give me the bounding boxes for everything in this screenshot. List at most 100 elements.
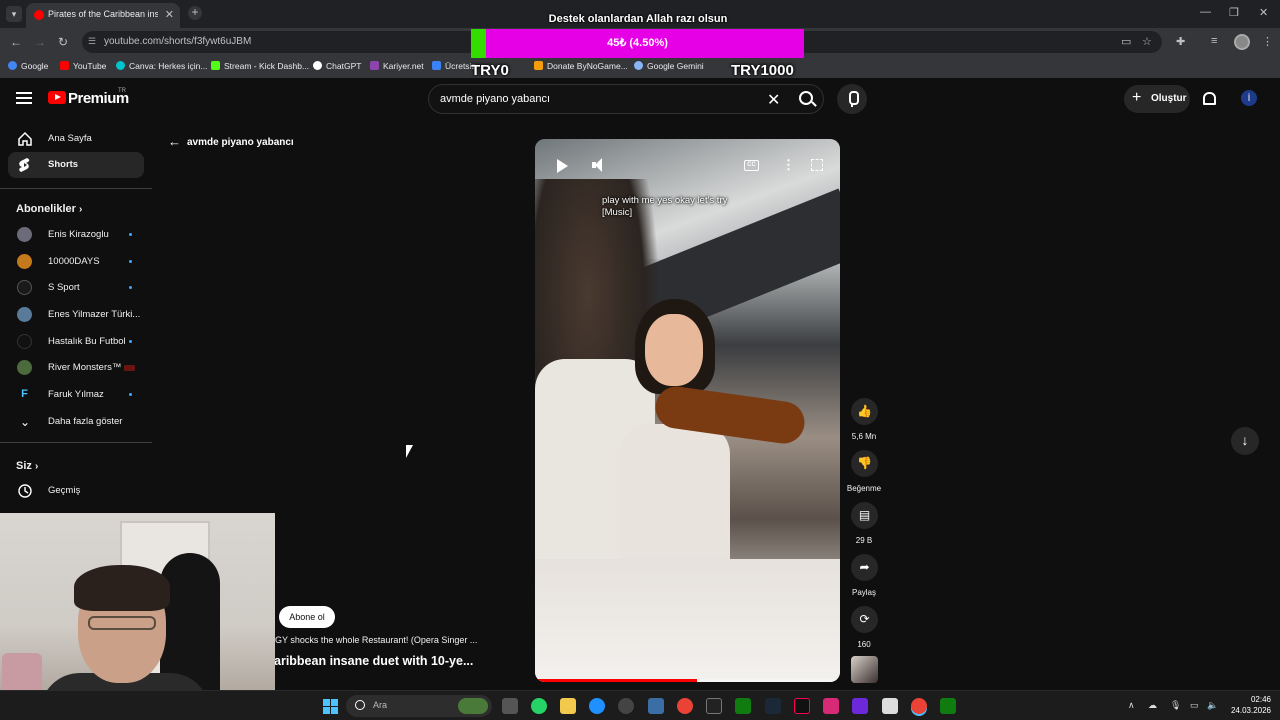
task-view-icon[interactable] bbox=[502, 698, 518, 714]
bookmark-ucretsiz[interactable]: Ücretsiz bbox=[432, 61, 476, 71]
chrome-icon[interactable] bbox=[677, 698, 693, 714]
notifications-bell-icon[interactable] bbox=[1203, 92, 1216, 105]
maximize-button[interactable]: ❐ bbox=[1229, 6, 1239, 19]
taskbar-search[interactable]: Ara bbox=[346, 695, 492, 717]
close-window-button[interactable]: ✕ bbox=[1259, 6, 1268, 19]
rp-icon bbox=[432, 61, 441, 70]
forward-arrow-icon[interactable]: → bbox=[34, 35, 46, 49]
subscriptions-heading[interactable]: Abonelikler › bbox=[16, 203, 82, 215]
network-icon[interactable]: ▭ bbox=[1190, 700, 1199, 711]
cast-icon[interactable]: ▭ bbox=[1121, 35, 1131, 48]
bookmark-google[interactable]: Google bbox=[8, 61, 48, 71]
file-explorer-icon[interactable] bbox=[560, 698, 576, 714]
minimize-button[interactable]: — bbox=[1200, 6, 1211, 18]
sidebar-item-home[interactable]: Ana Sayfa bbox=[8, 126, 144, 152]
bookmark-canva[interactable]: Canva: Herkes için... bbox=[116, 61, 207, 71]
windows-start-icon[interactable] bbox=[323, 699, 338, 714]
whatsapp-icon[interactable] bbox=[531, 698, 547, 714]
volume-icon[interactable] bbox=[592, 158, 604, 172]
show-more-button[interactable]: ⌄ Daha fazla göster bbox=[8, 409, 144, 435]
bookmark-bynogame[interactable]: Donate ByNoGame... bbox=[534, 61, 628, 71]
speaker-icon[interactable]: 🔈 bbox=[1207, 700, 1218, 711]
subscription-item[interactable]: F Faruk Yılmaz bbox=[8, 382, 144, 408]
plus-icon: + bbox=[1132, 89, 1142, 106]
calculator-icon[interactable] bbox=[648, 698, 664, 714]
sidebar-divider bbox=[0, 188, 152, 189]
account-avatar[interactable]: İ bbox=[1241, 90, 1257, 106]
hamburger-menu-icon[interactable] bbox=[16, 92, 32, 104]
arrow-down-icon: ↓ bbox=[1241, 432, 1249, 448]
more-options-icon[interactable]: ⋮ bbox=[782, 157, 795, 173]
sidebar-item-shorts[interactable]: Shorts bbox=[8, 152, 144, 178]
bookmark-youtube[interactable]: YouTube bbox=[60, 61, 106, 71]
captions-icon[interactable]: CC bbox=[744, 160, 759, 171]
taskbar-clock[interactable]: 02:46 24.03.2026 bbox=[1227, 694, 1271, 716]
you-heading[interactable]: Siz › bbox=[16, 460, 38, 472]
comments-button[interactable]: ▤ bbox=[851, 502, 878, 529]
search-box[interactable]: avmde piyano yabancı ✕ bbox=[428, 84, 824, 114]
video-progress-bar[interactable] bbox=[535, 679, 840, 682]
onedrive-icon[interactable]: ☁ bbox=[1148, 700, 1157, 711]
like-button[interactable]: 👍 bbox=[851, 398, 878, 425]
thumbs-down-icon: 👎 bbox=[857, 456, 872, 470]
current-short-title[interactable]: aribbean insane duet with 10-ye... bbox=[274, 654, 473, 668]
search-icon[interactable] bbox=[799, 91, 813, 105]
bookmark-star-icon[interactable]: ☆ bbox=[1142, 35, 1152, 48]
xbox-app-icon[interactable] bbox=[940, 698, 956, 714]
subscription-item[interactable]: River Monsters™ bbox=[8, 355, 144, 381]
remix-button[interactable]: ⟳ bbox=[851, 606, 878, 633]
fullscreen-icon[interactable] bbox=[811, 159, 823, 171]
play-icon[interactable] bbox=[557, 159, 568, 173]
create-button[interactable]: + Oluştur bbox=[1124, 85, 1190, 113]
subscription-item[interactable]: 10000DAYS bbox=[8, 249, 144, 275]
subscription-item[interactable]: Enis Kirazoglu bbox=[8, 222, 144, 248]
subscription-item[interactable]: S Sport bbox=[8, 275, 144, 301]
back-to-search-link[interactable]: ← avmde piyano yabancı bbox=[168, 134, 294, 149]
steam-icon[interactable] bbox=[765, 698, 781, 714]
subscription-item[interactable]: Hastalık Bu Futbol bbox=[8, 329, 144, 355]
shorts-video-player[interactable]: CC ⋮ play with me yes okay let's try [Mus… bbox=[535, 139, 840, 682]
youtube-logo-icon[interactable] bbox=[48, 91, 66, 104]
extensions-icon[interactable]: ✚ bbox=[1176, 35, 1185, 48]
edge-icon[interactable] bbox=[589, 698, 605, 714]
subscription-item[interactable]: Enes Yilmazer Türki... bbox=[8, 302, 144, 328]
reload-icon[interactable]: ↻ bbox=[58, 35, 68, 49]
tab-search-icon[interactable]: ▾ bbox=[6, 6, 22, 22]
instagram-icon[interactable] bbox=[823, 698, 839, 714]
dislike-label: Beğenme bbox=[846, 484, 882, 493]
next-short-button[interactable]: ↓ bbox=[1231, 427, 1259, 455]
bookmark-chatgpt[interactable]: ChatGPT bbox=[313, 61, 361, 71]
bookmark-kariyer[interactable]: Kariyer.net bbox=[370, 61, 424, 71]
caption-line: [Music] bbox=[602, 207, 633, 218]
new-tab-button[interactable]: + bbox=[188, 6, 202, 20]
search-input[interactable]: avmde piyano yabancı bbox=[440, 93, 550, 105]
subscribe-button[interactable]: Abone ol bbox=[279, 606, 335, 628]
subscription-label: 10000DAYS bbox=[48, 256, 100, 267]
site-info-icon[interactable]: ☰ bbox=[88, 36, 96, 47]
voice-search-icon[interactable] bbox=[837, 84, 867, 114]
tiktok-icon[interactable] bbox=[794, 698, 810, 714]
app-purple-icon[interactable] bbox=[852, 698, 868, 714]
bookmark-gemini[interactable]: Google Gemini bbox=[634, 61, 704, 71]
channel-avatar-thumbnail[interactable] bbox=[851, 656, 878, 683]
chrome-active-icon[interactable] bbox=[911, 698, 927, 714]
sidebar-item-history[interactable]: Geçmiş bbox=[8, 478, 144, 504]
microphone-icon[interactable]: 🎙 bbox=[1170, 700, 1181, 711]
clear-search-icon[interactable]: ✕ bbox=[767, 90, 780, 110]
dislike-button[interactable]: 👎 bbox=[851, 450, 878, 477]
tray-overflow-icon[interactable]: ∧ bbox=[1128, 700, 1135, 711]
capcut-icon[interactable] bbox=[882, 698, 898, 714]
epic-games-icon[interactable] bbox=[706, 698, 722, 714]
back-arrow-icon[interactable]: ← bbox=[10, 35, 22, 49]
xbox-icon[interactable] bbox=[735, 698, 751, 714]
browser-menu-icon[interactable]: ⋮ bbox=[1262, 35, 1273, 48]
chatgpt-icon bbox=[313, 61, 322, 70]
bookmark-kick[interactable]: Stream - Kick Dashb... bbox=[211, 61, 309, 71]
tab-close-icon[interactable]: ✕ bbox=[165, 8, 174, 21]
share-button[interactable]: ➦ bbox=[851, 554, 878, 581]
previous-short-title[interactable]: GY shocks the whole Restaurant! (Opera S… bbox=[275, 635, 477, 645]
browser-tab-active[interactable]: Pirates of the Caribbean insane ✕ bbox=[26, 3, 180, 28]
reading-list-icon[interactable]: ≡ bbox=[1211, 35, 1217, 47]
obs-icon[interactable] bbox=[618, 698, 634, 714]
browser-profile-avatar[interactable] bbox=[1234, 34, 1250, 50]
